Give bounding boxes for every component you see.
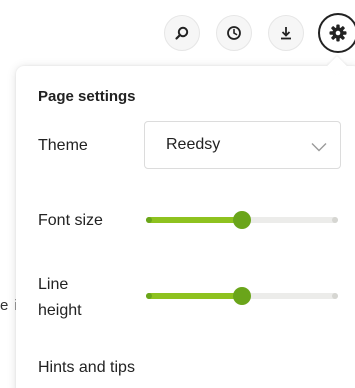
theme-label: Theme xyxy=(38,137,88,154)
line-height-label-line2: height xyxy=(38,302,82,319)
history-icon xyxy=(226,25,242,41)
page-settings-panel: Page settings Theme Reedsy Font size Lin… xyxy=(16,56,355,388)
download-icon xyxy=(278,25,294,41)
settings-button[interactable] xyxy=(318,13,355,53)
slider-thumb[interactable] xyxy=(233,287,251,305)
download-button[interactable] xyxy=(268,15,304,51)
line-height-label-line1: Line xyxy=(38,276,69,293)
chevron-down-icon xyxy=(311,139,327,157)
line-height-slider[interactable] xyxy=(146,287,338,305)
slider-thumb[interactable] xyxy=(233,211,251,229)
panel-title: Page settings xyxy=(38,88,136,105)
font-size-label: Font size xyxy=(38,212,103,229)
gear-icon xyxy=(328,23,348,43)
theme-select-value: Reedsy xyxy=(166,136,221,153)
reader-toolbar xyxy=(0,13,355,53)
theme-select[interactable]: Reedsy xyxy=(144,121,341,169)
slider-end-dot xyxy=(332,217,338,223)
slider-start-dot xyxy=(146,217,152,223)
slider-fill xyxy=(146,293,242,299)
history-button[interactable] xyxy=(216,15,252,51)
slider-end-dot xyxy=(332,293,338,299)
hints-and-tips-label[interactable]: Hints and tips xyxy=(38,355,135,380)
slider-fill xyxy=(146,217,242,223)
search-icon xyxy=(174,25,190,41)
panel-caret xyxy=(327,56,347,76)
search-button[interactable] xyxy=(164,15,200,51)
page: e i Page settings Theme Reedsy Font size… xyxy=(0,0,355,388)
slider-start-dot xyxy=(146,293,152,299)
font-size-slider[interactable] xyxy=(146,211,338,229)
